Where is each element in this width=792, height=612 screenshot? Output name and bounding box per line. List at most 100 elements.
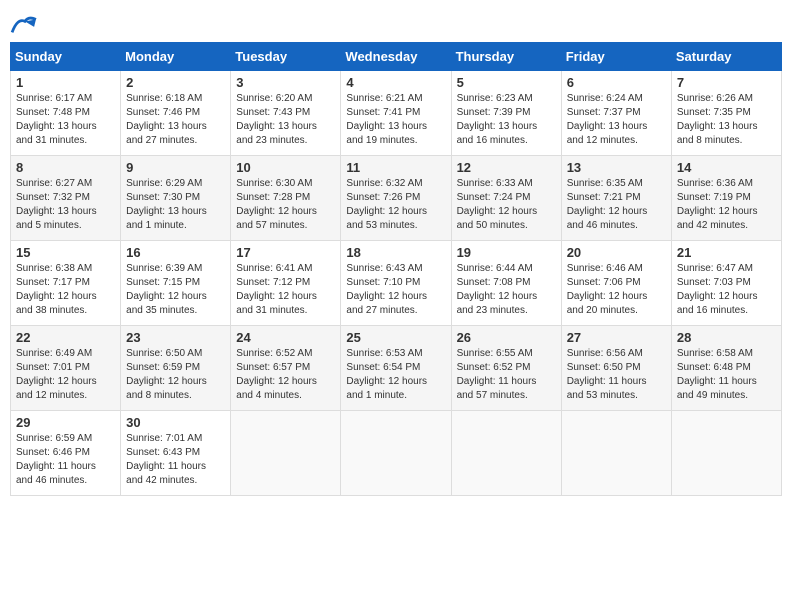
calendar-cell: 4 Sunrise: 6:21 AMSunset: 7:41 PMDaylight… xyxy=(341,71,451,156)
day-info: Sunrise: 6:59 AMSunset: 6:46 PMDaylight:… xyxy=(16,432,115,488)
day-info: Sunrise: 6:36 AMSunset: 7:19 PMDaylight:… xyxy=(677,177,776,233)
day-number: 17 xyxy=(236,245,335,260)
calendar-cell xyxy=(451,411,561,496)
calendar-cell: 3 Sunrise: 6:20 AMSunset: 7:43 PMDaylight… xyxy=(231,71,341,156)
day-number: 12 xyxy=(457,160,556,175)
day-number: 23 xyxy=(126,330,225,345)
day-info: Sunrise: 6:43 AMSunset: 7:10 PMDaylight:… xyxy=(346,262,445,318)
day-number: 30 xyxy=(126,415,225,430)
day-info: Sunrise: 6:21 AMSunset: 7:41 PMDaylight:… xyxy=(346,92,445,148)
calendar-week-row: 1 Sunrise: 6:17 AMSunset: 7:48 PMDaylight… xyxy=(11,71,782,156)
day-info: Sunrise: 6:47 AMSunset: 7:03 PMDaylight:… xyxy=(677,262,776,318)
calendar-cell: 22 Sunrise: 6:49 AMSunset: 7:01 PMDayligh… xyxy=(11,326,121,411)
calendar-cell: 21 Sunrise: 6:47 AMSunset: 7:03 PMDayligh… xyxy=(671,241,781,326)
day-of-week-header: Monday xyxy=(121,43,231,71)
day-info: Sunrise: 6:23 AMSunset: 7:39 PMDaylight:… xyxy=(457,92,556,148)
day-info: Sunrise: 6:53 AMSunset: 6:54 PMDaylight:… xyxy=(346,347,445,403)
day-info: Sunrise: 6:29 AMSunset: 7:30 PMDaylight:… xyxy=(126,177,225,233)
day-info: Sunrise: 6:27 AMSunset: 7:32 PMDaylight:… xyxy=(16,177,115,233)
day-info: Sunrise: 6:44 AMSunset: 7:08 PMDaylight:… xyxy=(457,262,556,318)
calendar-cell: 19 Sunrise: 6:44 AMSunset: 7:08 PMDayligh… xyxy=(451,241,561,326)
calendar-cell: 29 Sunrise: 6:59 AMSunset: 6:46 PMDayligh… xyxy=(11,411,121,496)
calendar-cell: 12 Sunrise: 6:33 AMSunset: 7:24 PMDayligh… xyxy=(451,156,561,241)
day-number: 11 xyxy=(346,160,445,175)
calendar-cell xyxy=(671,411,781,496)
day-number: 15 xyxy=(16,245,115,260)
day-number: 18 xyxy=(346,245,445,260)
day-number: 29 xyxy=(16,415,115,430)
day-number: 19 xyxy=(457,245,556,260)
calendar-cell: 7 Sunrise: 6:26 AMSunset: 7:35 PMDaylight… xyxy=(671,71,781,156)
day-info: Sunrise: 6:24 AMSunset: 7:37 PMDaylight:… xyxy=(567,92,666,148)
day-number: 21 xyxy=(677,245,776,260)
calendar-cell: 14Sunrise: 6:36 AMSunset: 7:19 PMDayligh… xyxy=(671,156,781,241)
calendar-cell: 8 Sunrise: 6:27 AMSunset: 7:32 PMDaylight… xyxy=(11,156,121,241)
day-info: Sunrise: 7:01 AMSunset: 6:43 PMDaylight:… xyxy=(126,432,225,488)
day-info: Sunrise: 6:49 AMSunset: 7:01 PMDaylight:… xyxy=(16,347,115,403)
day-number: 1 xyxy=(16,75,115,90)
day-number: 3 xyxy=(236,75,335,90)
calendar-cell: 27 Sunrise: 6:56 AMSunset: 6:50 PMDayligh… xyxy=(561,326,671,411)
calendar-cell: 23Sunrise: 6:50 AMSunset: 6:59 PMDayligh… xyxy=(121,326,231,411)
calendar-week-row: 8 Sunrise: 6:27 AMSunset: 7:32 PMDaylight… xyxy=(11,156,782,241)
calendar-cell: 13 Sunrise: 6:35 AMSunset: 7:21 PMDayligh… xyxy=(561,156,671,241)
calendar-cell: 18 Sunrise: 6:43 AMSunset: 7:10 PMDayligh… xyxy=(341,241,451,326)
calendar-cell: 2 Sunrise: 6:18 AMSunset: 7:46 PMDaylight… xyxy=(121,71,231,156)
calendar-cell: 6 Sunrise: 6:24 AMSunset: 7:37 PMDaylight… xyxy=(561,71,671,156)
day-info: Sunrise: 6:30 AMSunset: 7:28 PMDaylight:… xyxy=(236,177,335,233)
calendar-week-row: 29 Sunrise: 6:59 AMSunset: 6:46 PMDayligh… xyxy=(11,411,782,496)
day-number: 8 xyxy=(16,160,115,175)
calendar-cell: 1 Sunrise: 6:17 AMSunset: 7:48 PMDaylight… xyxy=(11,71,121,156)
calendar-table: SundayMondayTuesdayWednesdayThursdayFrid… xyxy=(10,42,782,496)
day-number: 27 xyxy=(567,330,666,345)
day-of-week-header: Thursday xyxy=(451,43,561,71)
day-info: Sunrise: 6:41 AMSunset: 7:12 PMDaylight:… xyxy=(236,262,335,318)
day-number: 4 xyxy=(346,75,445,90)
day-number: 2 xyxy=(126,75,225,90)
day-info: Sunrise: 6:32 AMSunset: 7:26 PMDaylight:… xyxy=(346,177,445,233)
day-info: Sunrise: 6:33 AMSunset: 7:24 PMDaylight:… xyxy=(457,177,556,233)
day-info: Sunrise: 6:26 AMSunset: 7:35 PMDaylight:… xyxy=(677,92,776,148)
day-info: Sunrise: 6:55 AMSunset: 6:52 PMDaylight:… xyxy=(457,347,556,403)
calendar-week-row: 15 Sunrise: 6:38 AMSunset: 7:17 PMDayligh… xyxy=(11,241,782,326)
day-of-week-header: Sunday xyxy=(11,43,121,71)
calendar-cell: 28 Sunrise: 6:58 AMSunset: 6:48 PMDayligh… xyxy=(671,326,781,411)
calendar-cell: 26 Sunrise: 6:55 AMSunset: 6:52 PMDayligh… xyxy=(451,326,561,411)
day-number: 26 xyxy=(457,330,556,345)
day-of-week-header: Tuesday xyxy=(231,43,341,71)
day-number: 6 xyxy=(567,75,666,90)
day-info: Sunrise: 6:46 AMSunset: 7:06 PMDaylight:… xyxy=(567,262,666,318)
day-number: 24 xyxy=(236,330,335,345)
calendar-cell: 15 Sunrise: 6:38 AMSunset: 7:17 PMDayligh… xyxy=(11,241,121,326)
calendar-cell: 5Sunrise: 6:23 AMSunset: 7:39 PMDaylight… xyxy=(451,71,561,156)
calendar-cell: 17 Sunrise: 6:41 AMSunset: 7:12 PMDayligh… xyxy=(231,241,341,326)
day-of-week-header: Saturday xyxy=(671,43,781,71)
calendar-cell: 11 Sunrise: 6:32 AMSunset: 7:26 PMDayligh… xyxy=(341,156,451,241)
day-number: 16 xyxy=(126,245,225,260)
day-number: 25 xyxy=(346,330,445,345)
day-info: Sunrise: 6:20 AMSunset: 7:43 PMDaylight:… xyxy=(236,92,335,148)
day-number: 7 xyxy=(677,75,776,90)
calendar-cell: 30 Sunrise: 7:01 AMSunset: 6:43 PMDayligh… xyxy=(121,411,231,496)
day-info: Sunrise: 6:56 AMSunset: 6:50 PMDaylight:… xyxy=(567,347,666,403)
day-number: 22 xyxy=(16,330,115,345)
day-info: Sunrise: 6:52 AMSunset: 6:57 PMDaylight:… xyxy=(236,347,335,403)
logo xyxy=(10,14,40,36)
calendar-cell xyxy=(561,411,671,496)
day-number: 28 xyxy=(677,330,776,345)
day-number: 20 xyxy=(567,245,666,260)
day-info: Sunrise: 6:58 AMSunset: 6:48 PMDaylight:… xyxy=(677,347,776,403)
calendar-cell: 25 Sunrise: 6:53 AMSunset: 6:54 PMDayligh… xyxy=(341,326,451,411)
calendar-cell: 20 Sunrise: 6:46 AMSunset: 7:06 PMDayligh… xyxy=(561,241,671,326)
day-info: Sunrise: 6:18 AMSunset: 7:46 PMDaylight:… xyxy=(126,92,225,148)
day-number: 13 xyxy=(567,160,666,175)
day-number: 9 xyxy=(126,160,225,175)
day-info: Sunrise: 6:17 AMSunset: 7:48 PMDaylight:… xyxy=(16,92,115,148)
day-info: Sunrise: 6:38 AMSunset: 7:17 PMDaylight:… xyxy=(16,262,115,318)
calendar-cell: 16 Sunrise: 6:39 AMSunset: 7:15 PMDayligh… xyxy=(121,241,231,326)
day-info: Sunrise: 6:35 AMSunset: 7:21 PMDaylight:… xyxy=(567,177,666,233)
calendar-cell: 24 Sunrise: 6:52 AMSunset: 6:57 PMDayligh… xyxy=(231,326,341,411)
calendar-week-row: 22 Sunrise: 6:49 AMSunset: 7:01 PMDayligh… xyxy=(11,326,782,411)
day-info: Sunrise: 6:39 AMSunset: 7:15 PMDaylight:… xyxy=(126,262,225,318)
calendar-cell: 9 Sunrise: 6:29 AMSunset: 7:30 PMDaylight… xyxy=(121,156,231,241)
